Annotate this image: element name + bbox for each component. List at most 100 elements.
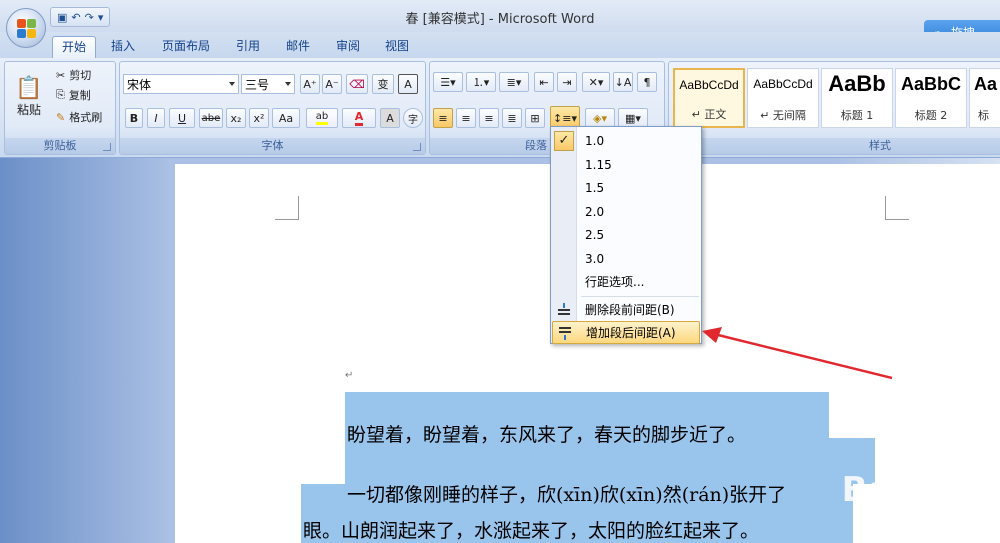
show-marks-button[interactable]: ¶: [637, 72, 657, 92]
increase-indent-icon: ⇥: [562, 75, 572, 89]
chinese-layout-button[interactable]: ✕▾: [582, 72, 610, 92]
bullets-button[interactable]: ☰▾: [433, 72, 463, 92]
enclose-char-button[interactable]: 字: [403, 108, 423, 128]
office-button[interactable]: [6, 8, 46, 48]
line-spacing-2-5-label: 2.5: [585, 227, 605, 242]
distribute-icon: ⊞: [530, 111, 540, 125]
document-paragraph[interactable]: 盼望着，盼望着，东风来了，春天的脚步近了。: [347, 420, 746, 447]
char-shading-button[interactable]: A: [380, 108, 400, 128]
paste-icon: 📋: [15, 76, 43, 101]
superscript-icon: x²: [253, 111, 265, 125]
line-spacing-2-0[interactable]: 2.0: [552, 200, 700, 223]
style-heading-1[interactable]: AaBb 标题 1: [821, 68, 893, 128]
document-paragraph[interactable]: 眼。山朗润起来了，水涨起来了，太阳的脸红起来了。: [303, 516, 759, 543]
italic-button[interactable]: I: [147, 108, 165, 128]
increase-indent-button[interactable]: ⇥: [557, 72, 577, 92]
align-center-button[interactable]: ≡: [456, 108, 476, 128]
copy-icon: ⎘: [56, 88, 65, 101]
sort-button[interactable]: ↓A: [613, 72, 633, 92]
font-family-combo[interactable]: 宋体: [123, 74, 239, 94]
clipboard-group: 📋 粘贴 ✂ 剪切 ⎘ 复制 ✎ 格式刷 剪贴板: [4, 61, 116, 155]
strikethrough-button[interactable]: abe: [199, 108, 223, 128]
menu-separator: [581, 296, 699, 297]
font-launcher-icon[interactable]: [413, 143, 421, 151]
tab-home[interactable]: 开始: [52, 36, 96, 58]
tab-insert[interactable]: 插入: [103, 36, 143, 58]
subscript-button[interactable]: x₂: [226, 108, 246, 128]
tab-view[interactable]: 视图: [377, 36, 417, 58]
format-painter-button[interactable]: ✎ 格式刷: [55, 108, 115, 126]
paste-button[interactable]: 📋 粘贴: [11, 66, 47, 128]
cut-label: 剪切: [69, 69, 92, 82]
decrease-indent-button[interactable]: ⇤: [534, 72, 554, 92]
shrink-font-button[interactable]: A⁻: [322, 74, 342, 94]
distribute-button[interactable]: ⊞: [525, 108, 545, 128]
align-center-icon: ≡: [461, 111, 471, 125]
style-no-spacing[interactable]: AaBbCcDd ↵ 无间隔: [747, 68, 819, 128]
line-spacing-1-5-label: 1.5: [585, 180, 605, 195]
add-space-after[interactable]: 增加段后间距(A): [552, 321, 700, 344]
watermark-brand: Bai 经验: [841, 470, 988, 510]
border-icon: ▦▾: [625, 111, 641, 125]
justify-icon: ≣: [507, 111, 517, 125]
superscript-button[interactable]: x²: [249, 108, 269, 128]
align-left-icon: ≡: [438, 111, 448, 125]
remove-space-before-label: 删除段前间距(B): [585, 303, 675, 317]
tab-references[interactable]: 引用: [228, 36, 268, 58]
title-bar: ▣ ↶ ↷ ▾ 春 [兼容模式] - Microsoft Word ☁ 拖拽: [0, 0, 1000, 44]
line-spacing-1-0[interactable]: ✓ 1.0: [552, 129, 700, 152]
bold-button[interactable]: B: [125, 108, 143, 128]
space-after-icon: [559, 326, 573, 340]
document-paragraph[interactable]: 一切都像刚睡的样子，欣(xīn)欣(xīn)然(rán)张开了: [347, 480, 786, 507]
copy-label: 复制: [68, 89, 91, 102]
clipboard-launcher-icon[interactable]: [103, 143, 111, 151]
underline-button[interactable]: U: [169, 108, 195, 128]
line-spacing-options[interactable]: 行距选项...: [552, 270, 700, 293]
line-spacing-1-5[interactable]: 1.5: [552, 176, 700, 199]
font-group: 宋体 三号 A⁺ A⁻ ⌫ 变 A B I U abe x₂ x² Aa ab …: [119, 61, 426, 155]
brush-icon: ✎: [56, 110, 66, 124]
style-heading-2[interactable]: AaBbC 标题 2: [895, 68, 967, 128]
window-title: 春 [兼容模式] - Microsoft Word: [405, 12, 595, 27]
shading-button[interactable]: ◈▾: [585, 108, 615, 128]
highlight-button[interactable]: ab: [306, 108, 338, 128]
change-case-button[interactable]: Aa: [272, 108, 300, 128]
font-color-icon: A: [354, 110, 364, 126]
font-color-button[interactable]: A: [342, 108, 376, 128]
margin-corner-top-right: [885, 196, 909, 220]
char-border-icon: A: [404, 77, 412, 91]
phonetic-guide-button[interactable]: 变: [372, 74, 394, 94]
align-right-icon: ≡: [484, 111, 494, 125]
multilevel-list-icon: ≣▾: [506, 75, 522, 89]
style-more[interactable]: Aa 标: [969, 68, 1000, 128]
styles-group: AaBbCcDd ↵ 正文 AaBbCcDd ↵ 无间隔 AaBb 标题 1 A…: [668, 61, 1000, 155]
numbering-button[interactable]: ⒈▾: [466, 72, 496, 92]
clear-format-button[interactable]: ⌫: [346, 74, 368, 94]
chevron-down-icon: [229, 82, 235, 86]
line-spacing-2-5[interactable]: 2.5: [552, 223, 700, 246]
style-no-spacing-sample: AaBbCcDd: [753, 77, 813, 91]
style-normal[interactable]: AaBbCcDd ↵ 正文: [673, 68, 745, 128]
empty-paragraph-mark: ↵: [345, 370, 354, 381]
align-right-button[interactable]: ≡: [479, 108, 499, 128]
line-spacing-3-0[interactable]: 3.0: [552, 247, 700, 270]
line-spacing-3-0-label: 3.0: [585, 251, 605, 266]
multilevel-list-button[interactable]: ≣▾: [499, 72, 529, 92]
highlighter-icon: ab: [315, 111, 329, 125]
cut-button[interactable]: ✂ 剪切: [55, 66, 111, 84]
borders-button[interactable]: ▦▾: [618, 108, 648, 128]
line-spacing-2-0-label: 2.0: [585, 204, 605, 219]
baidu-watermark: Bai 经验 jingyan.baidu.com: [842, 462, 988, 521]
tab-page-layout[interactable]: 页面布局: [155, 36, 217, 58]
grow-font-button[interactable]: A⁺: [300, 74, 320, 94]
line-spacing-1-15[interactable]: 1.15: [552, 153, 700, 176]
remove-space-before[interactable]: 删除段前间距(B): [552, 298, 700, 321]
align-left-button[interactable]: ≡: [433, 108, 453, 128]
copy-button[interactable]: ⎘ 复制: [55, 86, 111, 104]
char-border-button[interactable]: A: [398, 74, 418, 94]
tab-review[interactable]: 审阅: [328, 36, 368, 58]
tab-mailings[interactable]: 邮件: [278, 36, 318, 58]
justify-button[interactable]: ≣: [502, 108, 522, 128]
font-size-combo[interactable]: 三号: [241, 74, 295, 94]
margin-corner-top-left: [275, 196, 299, 220]
